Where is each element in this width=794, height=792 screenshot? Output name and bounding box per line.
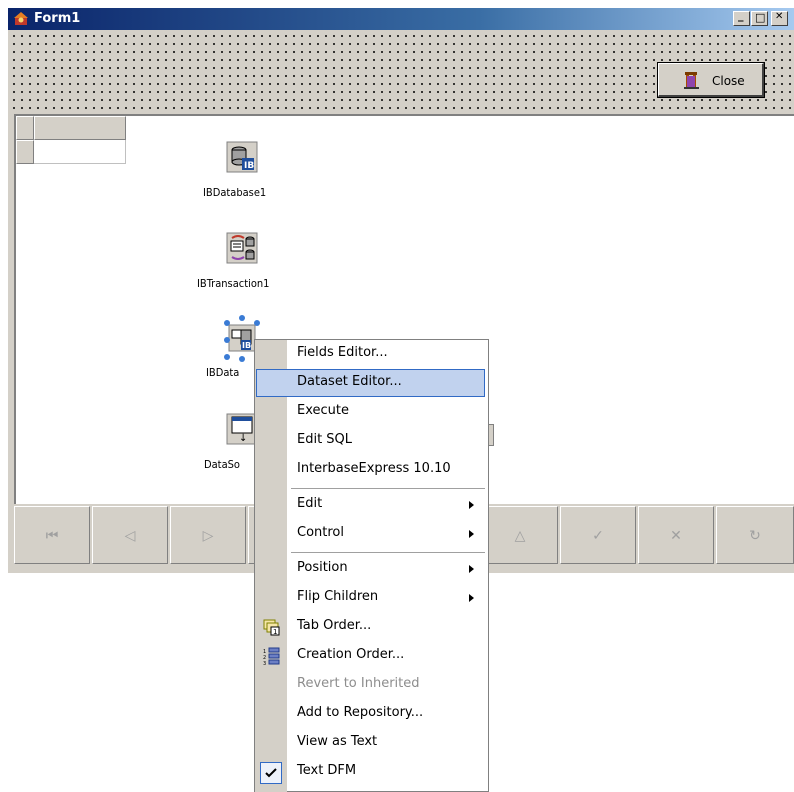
menu-item-control[interactable]	[255, 520, 488, 548]
grid-column-header[interactable]	[34, 116, 126, 140]
app-icon[interactable]	[13, 11, 29, 27]
selection-handle[interactable]	[224, 354, 230, 360]
menu-item-label: Edit SQL	[297, 432, 353, 447]
selection-handle[interactable]	[239, 315, 245, 321]
door-exit-icon	[682, 70, 702, 90]
menu-item-label: Text DFM	[297, 763, 357, 778]
tab-order-icon: 1	[263, 618, 281, 636]
nav-first-button[interactable]: ⏮	[14, 506, 90, 564]
menu-item-label: Dataset Editor...	[297, 374, 402, 389]
cancel-icon: ✕	[670, 528, 682, 544]
selection-handle[interactable]	[239, 356, 245, 362]
svg-text:↓: ↓	[239, 433, 247, 444]
svg-text:IB: IB	[244, 161, 254, 171]
grid-cell[interactable]	[34, 140, 126, 164]
nav-edit-button[interactable]: △	[482, 506, 558, 564]
component-label: IBData	[206, 366, 240, 379]
menu-item-tab-order[interactable]	[255, 613, 488, 641]
svg-text:1: 1	[273, 628, 277, 636]
close-icon: ✕	[775, 11, 784, 22]
menu-item-label: View as Text	[297, 734, 378, 749]
component-label: IBDatabase1	[203, 186, 267, 199]
creation-order-icon: 1 2 3	[263, 646, 281, 667]
menu-item-label: Revert to Inherited	[297, 676, 420, 691]
menu-item-label: Edit	[297, 496, 323, 511]
grid-indicator-header	[16, 116, 34, 140]
post-icon: ✓	[592, 528, 604, 544]
svg-text:IB: IB	[242, 341, 251, 350]
menu-item-text-dfm[interactable]	[255, 758, 488, 786]
menu-item-execute[interactable]	[255, 398, 488, 426]
refresh-icon: ↻	[749, 528, 761, 544]
svg-text:3: 3	[263, 661, 266, 666]
close-button[interactable]	[657, 62, 765, 98]
menu-item-label: InterbaseExpress 10.10	[297, 461, 451, 476]
selection-handle[interactable]	[224, 337, 230, 343]
component-label: DataSo	[204, 458, 240, 471]
database-icon[interactable]: IB	[226, 141, 258, 173]
menu-item-label: Creation Order...	[297, 647, 405, 662]
maximize-icon: □	[755, 11, 766, 24]
nav-next-button[interactable]: ▷	[170, 506, 246, 564]
submenu-arrow-icon	[469, 530, 474, 538]
selection-handle[interactable]	[254, 320, 260, 326]
maximize-button[interactable]: □	[751, 11, 768, 26]
menu-item-label: Flip Children	[297, 589, 379, 604]
menu-separator	[291, 488, 485, 489]
nav-prior-button[interactable]: ◁	[92, 506, 168, 564]
menu-item-label: Tab Order...	[297, 618, 372, 633]
menu-item-position[interactable]	[255, 555, 488, 583]
menu-item-edit[interactable]	[255, 491, 488, 519]
menu-separator	[291, 552, 485, 553]
submenu-arrow-icon	[469, 565, 474, 573]
nav-post-button[interactable]: ✓	[560, 506, 636, 564]
prior-icon: ◁	[124, 528, 136, 544]
menu-item-label: Fields Editor...	[297, 345, 388, 360]
transaction-icon[interactable]	[226, 232, 258, 264]
menu-item-label: Position	[297, 560, 348, 575]
close-button-label: Close	[712, 74, 745, 88]
first-icon: ⏮	[45, 528, 59, 544]
nav-refresh-button[interactable]: ↻	[716, 506, 794, 564]
menu-item-edit-sql[interactable]	[255, 427, 488, 455]
menu-item-label: Control	[297, 525, 344, 540]
submenu-arrow-icon	[469, 501, 474, 509]
nav-cancel-button[interactable]: ✕	[638, 506, 714, 564]
close-window-button[interactable]: ✕	[771, 11, 788, 26]
component-label: IBTransaction1	[197, 277, 270, 290]
selection-handle[interactable]	[224, 320, 230, 326]
minimize-button[interactable]: _	[733, 9, 750, 26]
edit-icon: △	[514, 528, 526, 544]
minimize-icon: _	[738, 9, 744, 22]
menu-item-label: Add to Repository...	[297, 705, 424, 720]
title-bar[interactable]	[8, 8, 794, 30]
submenu-arrow-icon	[469, 594, 474, 602]
next-icon: ▷	[202, 528, 214, 544]
checkmark-icon	[260, 762, 282, 784]
menu-item-label: Execute	[297, 403, 349, 418]
grid-row-indicator	[16, 140, 34, 164]
window-title: Form1	[34, 11, 81, 26]
